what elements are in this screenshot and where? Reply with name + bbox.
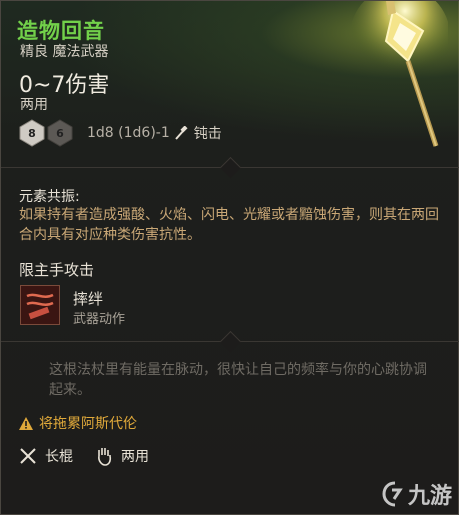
watermark-text: 九游 (407, 484, 452, 509)
element-resonance-title: 元素共振: (19, 189, 80, 205)
warning-icon (19, 416, 33, 430)
site-watermark: 九游 (382, 478, 452, 510)
divider-notch (219, 330, 242, 353)
item-tooltip: 造物回音 精良 魔法武器 0~7伤害 两用 8 6 1d8 (1d6)-1 钝击… (0, 0, 459, 515)
property-label: 长棍 (45, 449, 73, 465)
dice-formula: 1d8 (1d6)-1 (87, 125, 170, 141)
d8-die-icon: 8 (19, 119, 45, 147)
item-rarity-type: 精良 魔法武器 (20, 44, 109, 60)
watermark-logo-icon (382, 481, 403, 507)
trip-action-icon[interactable] (20, 285, 60, 325)
action-name: 摔绊 (73, 290, 104, 308)
element-resonance-text: 如果持有者造成强酸、火焰、闪电、光耀或者黯蚀伤害，则其在两回合内具有对应种类伤害… (19, 207, 439, 243)
property-label: 两用 (121, 449, 149, 465)
warning-text: 将拖累阿斯代伦 (39, 416, 137, 432)
damage-type: 钝击 (193, 126, 222, 142)
action-type: 武器动作 (73, 312, 126, 327)
warning-line: 将拖累阿斯代伦 (19, 413, 137, 433)
weapon-properties: 长棍 两用 (19, 446, 171, 466)
dice-row: 8 6 1d8 (1d6)-1 钝击 (19, 117, 222, 149)
handedness: 两用 (20, 97, 48, 113)
staff-illustration (350, 1, 448, 147)
hand-icon (98, 448, 112, 466)
mainhand-attack-label: 限主手攻击 (19, 261, 95, 279)
d6-value: 6 (56, 126, 64, 140)
d8-value: 8 (28, 126, 36, 140)
bludgeoning-icon (175, 126, 188, 140)
property-versatile: 两用 (95, 446, 149, 466)
d6-die-icon: 6 (47, 119, 73, 147)
flavor-text: 这根法杖里有能量在脉动，很快让自己的频率与你的心跳协调起来。 (49, 362, 427, 398)
crossed-swords-icon (20, 448, 36, 464)
property-quarterstaff: 长棍 (19, 446, 73, 466)
